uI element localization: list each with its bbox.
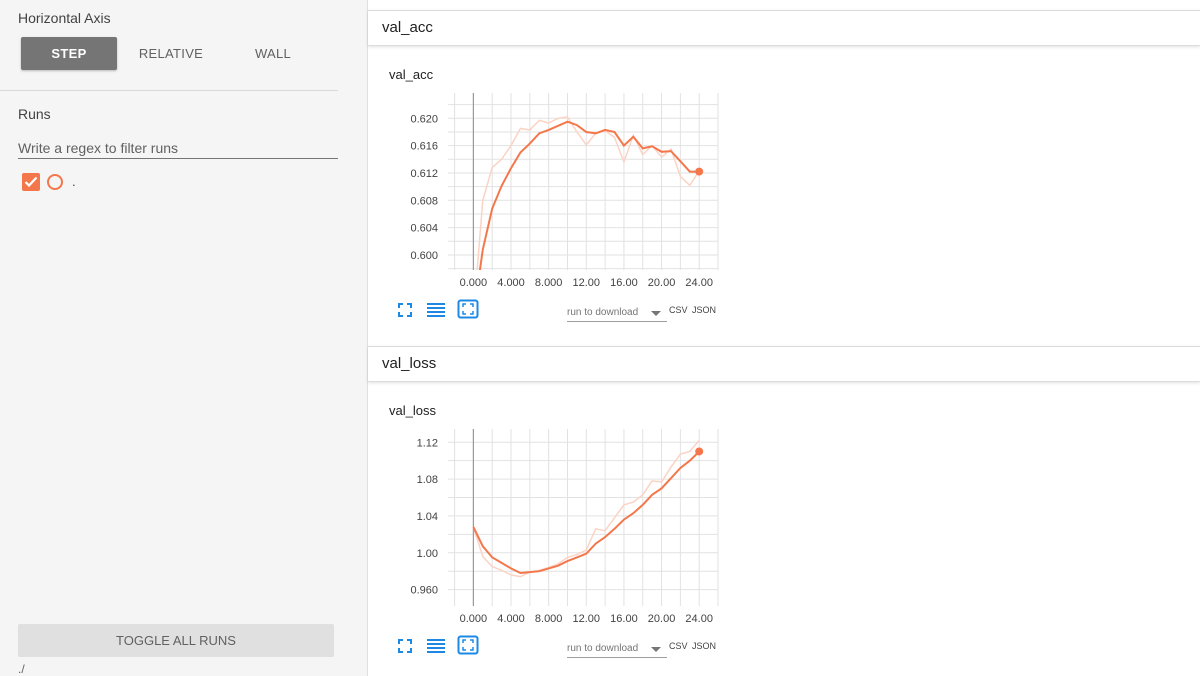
y-tick-label: 0.608 (410, 195, 438, 207)
y-tick-label: 0.600 (410, 250, 438, 262)
run-label: . (72, 174, 76, 189)
log-scale-icon[interactable] (426, 301, 446, 319)
json-download-link[interactable]: JSON (692, 305, 716, 315)
checkmark-icon (24, 176, 38, 188)
y-tick-label: 1.08 (417, 474, 438, 486)
last-point-marker[interactable] (695, 447, 704, 456)
y-tick-label: 1.12 (417, 437, 438, 449)
axis-step-button[interactable]: STEP (21, 37, 117, 70)
x-tick-label: 4.000 (497, 277, 525, 289)
x-tick-label: 20.00 (648, 277, 676, 289)
expand-icon[interactable] (457, 635, 479, 655)
x-tick-label: 0.000 (460, 277, 488, 289)
y-tick-label: 0.620 (410, 113, 438, 125)
toggle-all-runs-button[interactable]: TOGGLE ALL RUNS (18, 624, 334, 657)
card-title-val-loss: val_loss (389, 403, 436, 418)
fit-domain-icon[interactable] (397, 638, 413, 654)
x-tick-label: 8.000 (535, 277, 563, 289)
x-tick-label: 12.00 (573, 613, 601, 625)
run-download-select[interactable]: run to download (567, 641, 667, 658)
section-header-val-acc[interactable]: val_acc (368, 10, 1200, 46)
dropdown-arrow-icon (651, 647, 661, 652)
logdir-label: ./ (18, 662, 25, 676)
chart-val-loss[interactable]: 0.000 4.000 8.000 12.00 16.00 20.00 24.00 0.960… (388, 421, 1108, 636)
y-tick-label: 0.604 (410, 223, 438, 235)
y-tick-label: 0.612 (410, 168, 438, 180)
main-panel: val_acc val_acc 0.000 4.000 8.000 12.00 16.0… (368, 0, 1200, 676)
run-download-select[interactable]: run to download (567, 305, 667, 322)
x-tick-label: 16.00 (610, 613, 638, 625)
csv-download-link[interactable]: CSV (669, 305, 688, 315)
section-header-val-loss[interactable]: val_loss (368, 346, 1200, 382)
x-tick-label: 8.000 (535, 613, 563, 625)
runs-title: Runs (18, 106, 51, 122)
download-placeholder: run to download (567, 643, 639, 654)
run-checkbox[interactable] (22, 173, 40, 191)
sidebar: Horizontal Axis STEP RELATIVE WALL Runs … (0, 0, 368, 676)
card-title-val-acc: val_acc (389, 67, 434, 82)
expand-icon[interactable] (457, 299, 479, 319)
json-download-link[interactable]: JSON (692, 641, 716, 651)
csv-download-link[interactable]: CSV (669, 641, 688, 651)
y-tick-label: 0.960 (410, 585, 438, 597)
x-tick-label: 20.00 (648, 613, 676, 625)
x-tick-label: 24.00 (685, 613, 713, 625)
axis-wall-button[interactable]: WALL (225, 37, 321, 70)
sidebar-divider (0, 90, 338, 91)
x-tick-label: 4.000 (497, 613, 525, 625)
log-scale-icon[interactable] (426, 637, 446, 655)
x-tick-label: 12.00 (573, 277, 601, 289)
y-tick-label: 0.616 (410, 141, 438, 153)
chart-val-acc[interactable]: 0.000 4.000 8.000 12.00 16.00 20.00 24.00 0.600… (388, 85, 1108, 300)
section-title: val_acc (382, 19, 433, 36)
axis-relative-button[interactable]: RELATIVE (122, 37, 220, 70)
download-placeholder: run to download (567, 307, 639, 318)
x-tick-label: 24.00 (685, 277, 713, 289)
y-tick-label: 1.00 (417, 548, 438, 560)
dropdown-arrow-icon (651, 311, 661, 316)
section-title: val_loss (382, 355, 437, 372)
horizontal-axis-title: Horizontal Axis (18, 10, 111, 26)
fit-domain-icon[interactable] (397, 302, 413, 318)
last-point-marker[interactable] (695, 167, 704, 176)
x-tick-label: 0.000 (460, 613, 488, 625)
run-color-icon[interactable] (47, 174, 63, 190)
x-tick-label: 16.00 (610, 277, 638, 289)
y-tick-label: 1.04 (417, 511, 438, 523)
run-filter-input[interactable] (18, 137, 338, 159)
